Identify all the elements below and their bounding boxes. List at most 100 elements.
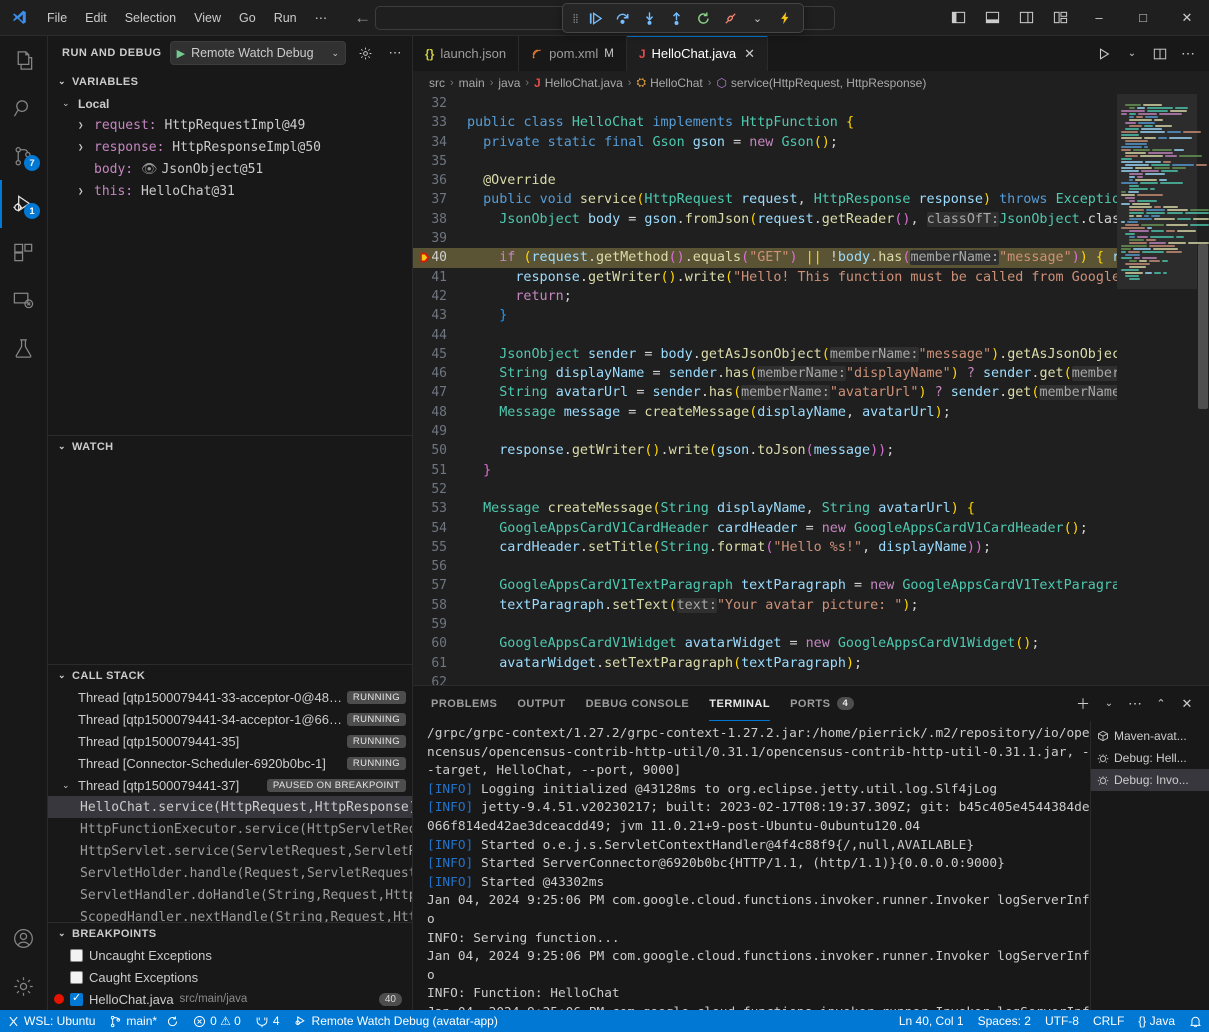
code-line[interactable]: 48 Message message = createMessage(displ…	[413, 403, 1117, 422]
code-line[interactable]: 38 JsonObject body = gson.fromJson(reque…	[413, 210, 1117, 229]
toggle-primary-sidebar-icon[interactable]	[941, 0, 975, 35]
chevron-down-icon[interactable]: ⌄	[331, 48, 339, 59]
code-line[interactable]: 35	[413, 152, 1117, 171]
close-icon[interactable]: ✕	[744, 46, 755, 62]
menu-go[interactable]: Go	[230, 8, 265, 28]
activitybar-extensions[interactable]	[0, 228, 47, 276]
callstack-thread[interactable]: Thread [qtp1500079441-35] RUNNING	[48, 730, 412, 752]
terminal-output[interactable]: /grpc/grpc-context/1.27.2/grpc-context-1…	[413, 721, 1090, 1010]
code-line[interactable]: 53 Message createMessage(String displayN…	[413, 499, 1117, 518]
code-line[interactable]: 40 if (request.getMethod().equals("GET")…	[413, 248, 1117, 267]
status-indentation[interactable]: Spaces: 2	[971, 1010, 1038, 1032]
close-icon[interactable]: ✕	[1175, 692, 1199, 716]
callstack-frame[interactable]: ServletHolder.handle(Request,ServletRequ…	[48, 862, 412, 884]
debug-toolbar-dropdown[interactable]: ⌄	[746, 6, 770, 30]
terminal-list-item[interactable]: Debug: Invo...	[1091, 769, 1209, 791]
step-over-button[interactable]	[611, 6, 635, 30]
tab-debug-console[interactable]: DEBUG CONSOLE	[586, 686, 690, 721]
code-line[interactable]: 61 avatarWidget.setTextParagraph(textPar…	[413, 654, 1117, 673]
chevron-right-icon[interactable]: ❯	[78, 121, 94, 131]
code-line[interactable]: 37 public void service(HttpRequest reque…	[413, 190, 1117, 209]
code-line[interactable]: 51 }	[413, 461, 1117, 480]
tab-terminal[interactable]: TERMINAL	[709, 686, 770, 721]
breakpoint-row[interactable]: Caught Exceptions	[48, 966, 412, 988]
more-icon[interactable]: ⋯	[1123, 692, 1147, 716]
disconnect-button[interactable]	[719, 6, 743, 30]
start-debugging-icon[interactable]: ▶	[177, 47, 185, 60]
variables-scope-local[interactable]: ⌄ Local	[48, 93, 412, 115]
more-icon[interactable]: ⋯	[1175, 41, 1201, 67]
eye-icon[interactable]: 👁	[141, 162, 158, 177]
section-variables-header[interactable]: ⌄ VARIABLES	[48, 71, 412, 93]
status-eol[interactable]: CRLF	[1086, 1010, 1131, 1032]
menu-view[interactable]: View	[185, 8, 230, 28]
chevron-right-icon[interactable]: ❯	[78, 187, 94, 197]
checkbox[interactable]	[70, 949, 83, 962]
toggle-secondary-sidebar-icon[interactable]	[1009, 0, 1043, 35]
callstack-frame[interactable]: HttpFunctionExecutor.service(HttpServlet…	[48, 818, 412, 840]
status-cursor-position[interactable]: Ln 40, Col 1	[892, 1010, 971, 1032]
status-notifications[interactable]	[1182, 1010, 1209, 1032]
tab-hellochat-java[interactable]: J HelloChat.java ✕	[627, 36, 768, 71]
tab-launch-json[interactable]: {} launch.json	[413, 36, 519, 71]
breakpoint-row[interactable]: Uncaught Exceptions	[48, 944, 412, 966]
minimap[interactable]	[1117, 94, 1209, 685]
code-line[interactable]: 33public class HelloChat implements Http…	[413, 113, 1117, 132]
back-arrow-icon[interactable]: ←	[354, 9, 371, 26]
chevron-right-icon[interactable]: ❯	[78, 143, 94, 153]
breadcrumb-item[interactable]: src	[429, 76, 445, 90]
code-line[interactable]: 50 response.getWriter().write(gson.toJso…	[413, 441, 1117, 460]
menu-run[interactable]: Run	[265, 8, 306, 28]
sync-icon[interactable]	[166, 1015, 179, 1028]
sidebar-more-actions[interactable]: ⋯	[384, 42, 406, 64]
activitybar-accounts[interactable]	[0, 914, 47, 962]
step-out-button[interactable]	[665, 6, 689, 30]
menu-edit[interactable]: Edit	[76, 8, 116, 28]
code-line[interactable]: 45 JsonObject sender = body.getAsJsonObj…	[413, 345, 1117, 364]
launch-configuration-select[interactable]: ▶ Remote Watch Debug ⌄	[170, 41, 346, 65]
code-line[interactable]: 36 @Override	[413, 171, 1117, 190]
code-lines[interactable]: 3233public class HelloChat implements Ht…	[413, 94, 1117, 685]
terminal-list-item[interactable]: Debug: Hell...	[1091, 747, 1209, 769]
breadcrumb-item[interactable]: main	[459, 76, 485, 90]
activitybar-explorer[interactable]	[0, 36, 47, 84]
toggle-panel-icon[interactable]	[975, 0, 1009, 35]
code-line[interactable]: 49	[413, 422, 1117, 441]
tab-output[interactable]: OUTPUT	[517, 686, 565, 721]
variable-row[interactable]: ❯ response: HttpResponseImpl@50	[48, 137, 412, 159]
customize-layout-icon[interactable]	[1043, 0, 1077, 35]
open-launch-json-gear-icon[interactable]	[354, 42, 376, 64]
status-language-mode[interactable]: {} Java	[1131, 1010, 1182, 1032]
breakpoint-arrow-icon[interactable]	[419, 251, 432, 264]
code-line[interactable]: 32	[413, 94, 1117, 113]
chevron-down-icon[interactable]: ⌄	[1097, 692, 1121, 716]
breadcrumb-item[interactable]: java	[498, 76, 520, 90]
code-line[interactable]: 41 response.getWriter().write("Hello! Th…	[413, 268, 1117, 287]
activitybar-settings[interactable]	[0, 962, 47, 1010]
code-line[interactable]: 43 }	[413, 306, 1117, 325]
callstack-frame[interactable]: HttpServlet.service(ServletRequest,Servl…	[48, 840, 412, 862]
activitybar-testing[interactable]	[0, 324, 47, 372]
status-problems[interactable]: 0 ⚠ 0	[186, 1010, 248, 1032]
status-remote-indicator[interactable]: WSL: Ubuntu	[0, 1010, 102, 1032]
breadcrumb-item-method[interactable]: ⬡ service(HttpRequest, HttpResponse)	[716, 76, 926, 90]
chevron-down-icon[interactable]: ⌄	[1119, 41, 1145, 67]
activitybar-remote-explorer[interactable]	[0, 276, 47, 324]
code-line[interactable]: 57 GoogleAppsCardV1TextParagraph textPar…	[413, 576, 1117, 595]
code-line[interactable]: 60 GoogleAppsCardV1Widget avatarWidget =…	[413, 634, 1117, 653]
callstack-thread[interactable]: Thread [Connector-Scheduler-6920b0bc-1] …	[48, 752, 412, 774]
editor-scrollbar[interactable]	[1197, 94, 1209, 685]
section-breakpoints-header[interactable]: ⌄ BREAKPOINTS	[48, 922, 412, 944]
new-terminal-icon[interactable]: ＋	[1071, 692, 1095, 716]
split-editor-icon[interactable]	[1147, 41, 1173, 67]
code-editor[interactable]: 3233public class HelloChat implements Ht…	[413, 94, 1209, 685]
callstack-thread[interactable]: Thread [qtp1500079441-33-acceptor-0@48… …	[48, 686, 412, 708]
minimize-button[interactable]: –	[1077, 0, 1121, 35]
callstack-thread-paused[interactable]: ⌄ Thread [qtp1500079441-37] PAUSED ON BR…	[48, 774, 412, 796]
checkbox[interactable]	[70, 993, 83, 1006]
code-line[interactable]: 54 GoogleAppsCardV1CardHeader cardHeader…	[413, 519, 1117, 538]
close-button[interactable]: ✕	[1165, 0, 1209, 35]
drag-handle-icon[interactable]: ⣿	[569, 13, 581, 24]
tab-pom-xml[interactable]: pom.xml M	[519, 36, 627, 71]
code-line[interactable]: 58 textParagraph.setText(text:"Your avat…	[413, 596, 1117, 615]
